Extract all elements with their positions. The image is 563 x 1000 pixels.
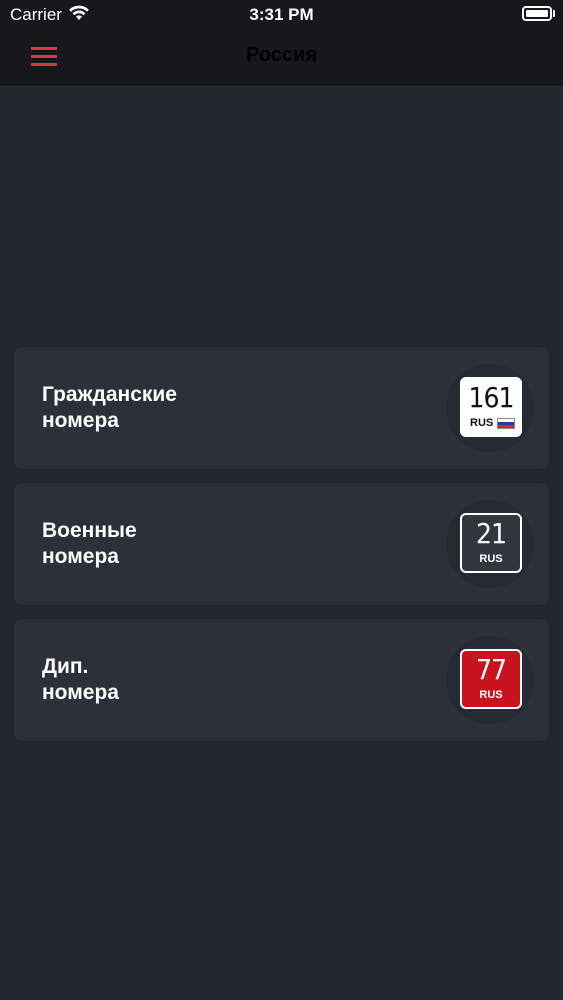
- card-label: Военные номера: [42, 518, 137, 570]
- plate-number: 21: [475, 517, 507, 550]
- card-label: Гражданские номера: [42, 382, 177, 434]
- military-plates-card[interactable]: Военные номера 21 RUS: [14, 483, 549, 605]
- card-label-line2: номера: [42, 545, 119, 568]
- card-label-line1: Гражданские: [42, 383, 177, 406]
- plate-country-code: RUS: [479, 689, 503, 701]
- card-label-line1: Военные: [42, 519, 137, 542]
- plate-number: 161: [468, 381, 514, 414]
- top-bar: Carrier 3:31 PM Россия: [0, 0, 563, 87]
- battery-level: [526, 10, 548, 17]
- battery-cap: [553, 10, 555, 17]
- battery-icon: [522, 6, 552, 21]
- russian-flag-icon: [497, 418, 515, 429]
- status-bar: Carrier 3:31 PM: [0, 0, 563, 30]
- military-plate-icon: 21 RUS: [460, 513, 522, 573]
- plate-country-code: RUS: [470, 417, 494, 429]
- card-label-line2: номера: [42, 681, 119, 704]
- diplomatic-plates-card[interactable]: Дип. номера 77 RUS: [14, 619, 549, 741]
- card-label-line1: Дип.: [42, 655, 89, 678]
- civil-plate-icon: 161 RUS: [460, 377, 522, 437]
- card-label: Дип. номера: [42, 654, 119, 706]
- page-title: Россия: [245, 44, 317, 66]
- civil-plates-card[interactable]: Гражданские номера 161 RUS: [14, 347, 549, 469]
- status-time: 3:31 PM: [249, 5, 314, 24]
- card-label-line2: номера: [42, 409, 119, 432]
- plate-number: 77: [475, 653, 507, 686]
- plate-country-code: RUS: [479, 553, 503, 565]
- diplomatic-plate-icon: 77 RUS: [460, 649, 522, 709]
